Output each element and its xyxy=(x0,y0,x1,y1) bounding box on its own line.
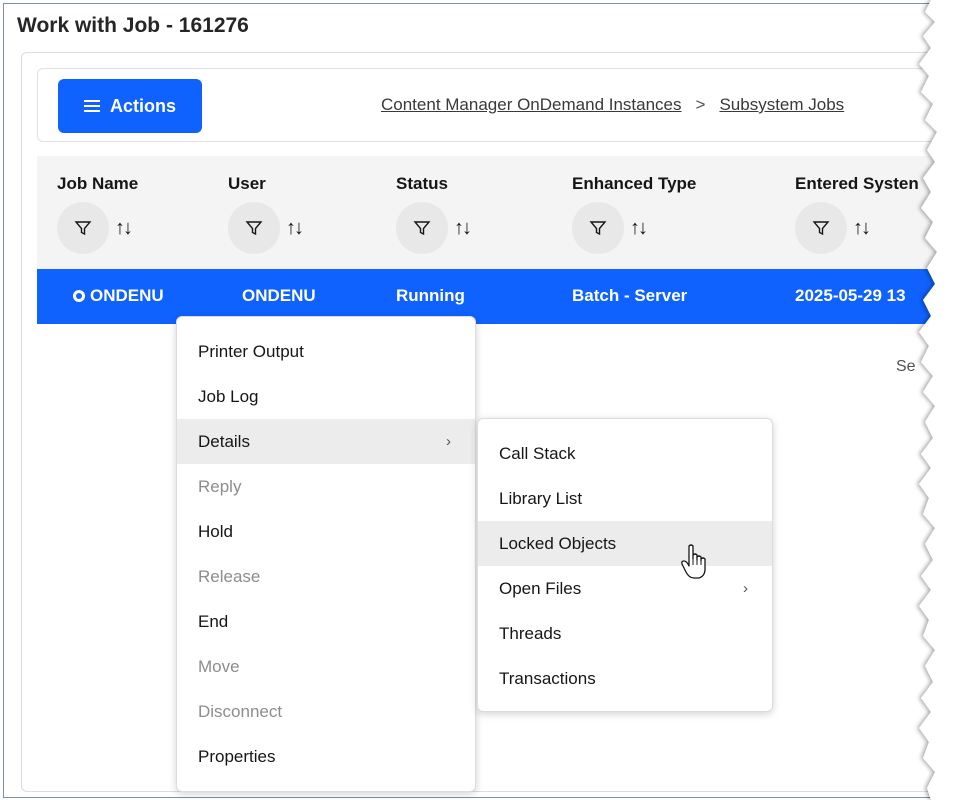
column-title: User xyxy=(228,174,266,193)
breadcrumb-separator: > xyxy=(695,95,706,114)
column-enhanced-type: Enhanced Type ↑↓ xyxy=(572,174,696,254)
menu-item-label: Reply xyxy=(198,476,242,496)
menu-item-disconnect: Disconnect xyxy=(177,689,475,734)
toolbar: Actions Content Manager OnDemand Instanc… xyxy=(37,68,961,142)
menu-item-label: Open Files xyxy=(499,578,582,598)
table-row-selected[interactable]: ONDENU ONDENU Running Batch - Server 202… xyxy=(37,269,961,324)
column-job-name: Job Name ↑↓ xyxy=(57,174,138,254)
column-title: Status xyxy=(396,174,448,193)
submenu-item-threads[interactable]: Threads xyxy=(478,611,772,656)
context-menu: Printer Output Job Log Details › Reply Ho… xyxy=(176,316,476,792)
menu-item-label: Move xyxy=(198,656,240,676)
page-title: Work with Job - 161276 xyxy=(17,14,249,37)
column-title: Job Name xyxy=(57,174,139,193)
actions-button[interactable]: Actions xyxy=(58,79,202,133)
filter-icon[interactable] xyxy=(572,202,624,254)
menu-item-label: Job Log xyxy=(198,386,259,406)
chevron-right-icon: › xyxy=(446,433,451,450)
hand-pointer-icon xyxy=(681,544,706,579)
cell-job-name: ONDENU xyxy=(73,286,164,306)
menu-item-label: Threads xyxy=(499,623,562,643)
menu-item-label: Properties xyxy=(198,746,276,766)
menu-item-label: End xyxy=(198,611,229,631)
table-header: Job Name ↑↓ User ↑↓ Status ↑↓ Enhanced T… xyxy=(37,156,961,269)
menu-item-label: Release xyxy=(198,566,261,586)
menu-item-label: Transactions xyxy=(499,668,596,688)
menu-item-job-log[interactable]: Job Log xyxy=(177,374,475,419)
menu-item-label: Library List xyxy=(499,488,583,508)
submenu-item-open-files[interactable]: Open Files › xyxy=(478,566,772,611)
menu-item-label: Details xyxy=(198,431,250,451)
menu-item-end[interactable]: End xyxy=(177,599,475,644)
menu-item-details[interactable]: Details › xyxy=(177,419,475,464)
filter-icon[interactable] xyxy=(396,202,448,254)
sort-icon[interactable]: ↑↓ xyxy=(853,217,871,240)
submenu-item-locked-objects[interactable]: Locked Objects xyxy=(478,521,772,566)
filter-icon[interactable] xyxy=(228,202,280,254)
menu-item-label: Locked Objects xyxy=(499,533,617,553)
chevron-right-icon: › xyxy=(743,580,748,597)
cell-entered-system: 2025-05-29 13 xyxy=(795,286,906,305)
menu-item-move: Move xyxy=(177,644,475,689)
job-name-text: ONDENU xyxy=(90,286,164,305)
filter-icon[interactable] xyxy=(795,202,847,254)
details-submenu: Call Stack Library List Locked Objects O… xyxy=(477,418,773,712)
column-title: Enhanced Type xyxy=(572,174,697,193)
menu-item-label: Disconnect xyxy=(198,701,283,721)
sort-icon[interactable]: ↑↓ xyxy=(115,217,133,240)
menu-item-reply: Reply xyxy=(177,464,475,509)
sort-icon[interactable]: ↑↓ xyxy=(454,217,472,240)
torn-edge xyxy=(919,0,961,800)
submenu-item-library-list[interactable]: Library List xyxy=(478,476,772,521)
submenu-item-call-stack[interactable]: Call Stack xyxy=(478,431,772,476)
breadcrumb-instances-link[interactable]: Content Manager OnDemand Instances xyxy=(381,95,682,115)
menu-item-release: Release xyxy=(177,554,475,599)
breadcrumb: Content Manager OnDemand Instances > Sub… xyxy=(381,95,844,115)
menu-item-printer-output[interactable]: Printer Output xyxy=(177,329,475,374)
menu-item-label: Call Stack xyxy=(499,443,576,463)
filter-icon[interactable] xyxy=(57,202,109,254)
menu-item-properties[interactable]: Properties xyxy=(177,734,475,779)
breadcrumb-subsystem-jobs-link[interactable]: Subsystem Jobs xyxy=(719,95,844,115)
sort-icon[interactable]: ↑↓ xyxy=(630,217,648,240)
job-status-icon xyxy=(73,290,85,302)
column-status: Status ↑↓ xyxy=(396,174,472,254)
actions-label: Actions xyxy=(109,95,176,116)
menu-item-hold[interactable]: Hold xyxy=(177,509,475,554)
cell-status: Running xyxy=(396,286,465,305)
menu-item-label: Printer Output xyxy=(198,341,304,361)
menu-item-label: Hold xyxy=(198,521,233,541)
menu-icon xyxy=(83,100,100,112)
sort-icon[interactable]: ↑↓ xyxy=(286,217,304,240)
cell-enhanced-type: Batch - Server xyxy=(572,286,688,305)
column-user: User ↑↓ xyxy=(228,174,304,254)
cell-user: ONDENU xyxy=(242,286,316,305)
submenu-item-transactions[interactable]: Transactions xyxy=(478,656,772,701)
